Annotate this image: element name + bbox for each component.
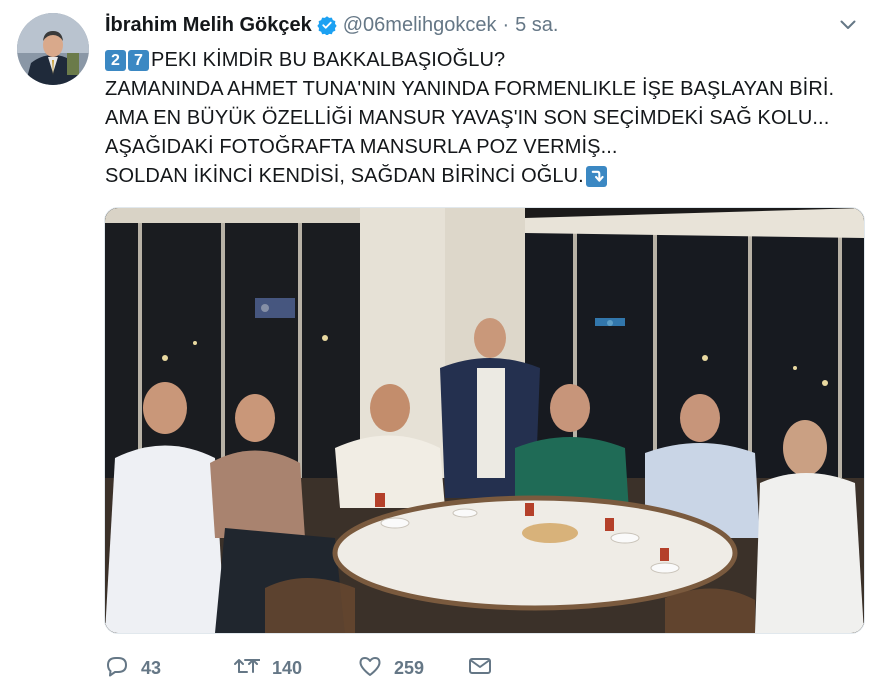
separator-dot: ·: [502, 13, 510, 36]
photo-image: [105, 208, 864, 633]
tweet: İbrahim Melih Gökçek @06melihgokcek · 5 …: [0, 0, 873, 696]
tweet-text: 2 7 PEKI KİMDİR BU BAKKALBAŞIOĞLU? ZAMAN…: [105, 46, 855, 191]
tweet-line-2: ZAMANINDA AHMET TUNA'NIN YANINDA FORMENL…: [105, 75, 855, 104]
reply-count: 43: [141, 657, 162, 678]
arrow-down-right-emoji-icon: [585, 166, 607, 187]
tweet-line-text: ZAMANINDA AHMET TUNA'NIN YANINDA FORMENL…: [105, 78, 835, 100]
author-name[interactable]: İbrahim Melih Gökçek: [105, 14, 312, 37]
tweet-line-text: AŞAĞIDAKİ FOTOĞRAFTA MANSURLA POZ VERMİŞ…: [105, 136, 618, 158]
keycap-2-icon: 2: [105, 50, 126, 71]
tweet-line-text: SOLDAN İKİNCİ KENDİSİ, SAĞDAN BİRİNCİ OĞ…: [105, 165, 584, 187]
tweet-timestamp[interactable]: 5 sa.: [515, 14, 558, 37]
retweet-count: 140: [272, 657, 303, 678]
avatar[interactable]: [17, 13, 89, 85]
tweet-line-3: AMA EN BÜYÜK ÖZELLİĞİ MANSUR YAVAŞ'IN SO…: [105, 104, 855, 133]
tweet-photo[interactable]: [104, 207, 865, 634]
chevron-down-icon[interactable]: [837, 14, 859, 36]
tweet-line-text: AMA EN BÜYÜK ÖZELLİĞİ MANSUR YAVAŞ'IN SO…: [105, 107, 830, 129]
tweet-line-1: 2 7 PEKI KİMDİR BU BAKKALBAŞIOĞLU?: [105, 46, 855, 75]
tweet-line-5: SOLDAN İKİNCİ KENDİSİ, SAĞDAN BİRİNCİ OĞ…: [105, 162, 855, 191]
retweet-icon: [232, 655, 264, 682]
retweet-button[interactable]: 140: [232, 655, 358, 682]
envelope-icon: [468, 656, 492, 681]
tweet-header: İbrahim Melih Gökçek @06melihgokcek · 5 …: [105, 12, 558, 38]
direct-message-button[interactable]: [468, 656, 492, 681]
keycap-7-icon: 7: [128, 50, 149, 71]
verified-badge-icon: [317, 15, 337, 35]
like-button[interactable]: 259: [358, 655, 468, 682]
heart-icon: [358, 655, 382, 682]
author-handle[interactable]: @06melihgokcek: [343, 14, 497, 37]
reply-icon: [105, 655, 129, 682]
reply-button[interactable]: 43: [105, 655, 232, 682]
tweet-line-4: AŞAĞIDAKİ FOTOĞRAFTA MANSURLA POZ VERMİŞ…: [105, 133, 855, 162]
tweet-actions: 43 140 259: [105, 652, 492, 684]
like-count: 259: [394, 657, 425, 678]
tweet-line-text: PEKI KİMDİR BU BAKKALBAŞIOĞLU?: [151, 49, 506, 71]
avatar-image: [17, 13, 89, 85]
